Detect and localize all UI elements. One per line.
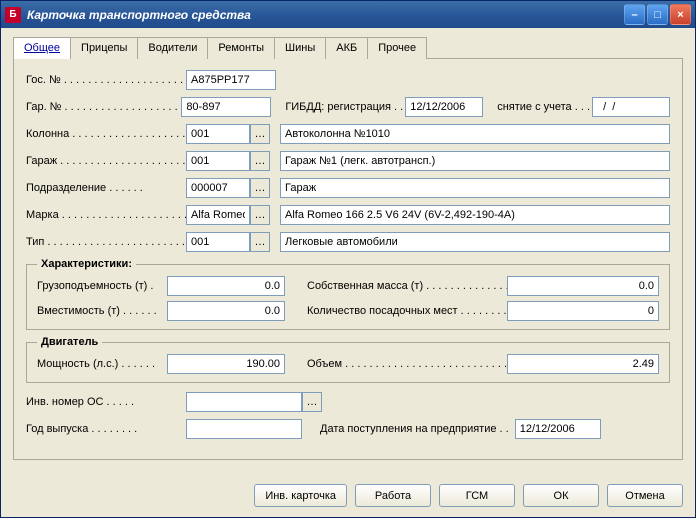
row-marka: Марка …: [26, 204, 670, 226]
title-bar: Б Карточка транспортного средства – □ ×: [1, 1, 695, 28]
label-inos: Инв. номер ОС . . . . .: [26, 396, 186, 408]
label-objem: Объем . . . . . . . . . . . . . . . . . …: [307, 358, 507, 370]
window-title: Карточка транспортного средства: [27, 8, 624, 22]
input-sobmass[interactable]: [507, 276, 659, 296]
input-tip-name[interactable]: [280, 232, 670, 252]
input-objem[interactable]: [507, 354, 659, 374]
input-garage-name[interactable]: [280, 151, 670, 171]
legend-engine: Двигатель: [37, 336, 102, 348]
row-kolonna: Колонна …: [26, 123, 670, 145]
input-garage-code[interactable]: [186, 151, 250, 171]
row-garage: Гараж …: [26, 150, 670, 172]
app-icon: Б: [5, 7, 21, 23]
label-year: Год выпуска . . . . . . . .: [26, 423, 186, 435]
tab-other[interactable]: Прочее: [367, 37, 427, 59]
input-kolonna-name[interactable]: [280, 124, 670, 144]
label-marka: Марка: [26, 209, 186, 221]
row-podrazdelenie: Подразделение . . . . . . …: [26, 177, 670, 199]
tab-tires[interactable]: Шины: [274, 37, 326, 59]
input-year[interactable]: [186, 419, 302, 439]
minimize-button[interactable]: –: [624, 4, 645, 25]
label-posad: Количество посадочных мест . . . . . . .…: [307, 305, 507, 317]
input-gibdd-dereg[interactable]: [592, 97, 670, 117]
input-marka-code[interactable]: [186, 205, 250, 225]
label-garage: Гараж: [26, 155, 186, 167]
client-area: Общее Прицепы Водители Ремонты Шины АКБ …: [1, 28, 695, 517]
work-button[interactable]: Работа: [355, 484, 431, 507]
input-marka-name[interactable]: [280, 205, 670, 225]
label-gibdd-reg: ГИБДД: регистрация . .: [285, 101, 403, 113]
label-gar-no: Гар. №: [26, 101, 181, 113]
lookup-marka-button[interactable]: …: [250, 205, 270, 225]
input-gos-no[interactable]: [186, 70, 276, 90]
row-gos-no: Гос. №: [26, 69, 670, 91]
input-gar-no[interactable]: [181, 97, 271, 117]
lookup-kolonna-button[interactable]: …: [250, 124, 270, 144]
lookup-tip-button[interactable]: …: [250, 232, 270, 252]
tab-battery[interactable]: АКБ: [325, 37, 368, 59]
footer-buttons: Инв. карточка Работа ГСМ ОК Отмена: [254, 484, 683, 507]
lookup-inos-button[interactable]: …: [302, 392, 322, 412]
input-kolonna-code[interactable]: [186, 124, 250, 144]
tab-trailers[interactable]: Прицепы: [70, 37, 138, 59]
fieldset-characteristics: Характеристики: Грузоподъемность (т) . С…: [26, 258, 670, 330]
label-gibdd-dereg: снятие с учета . . .: [497, 101, 590, 113]
input-power[interactable]: [167, 354, 285, 374]
input-tip-code[interactable]: [186, 232, 250, 252]
cancel-button[interactable]: Отмена: [607, 484, 683, 507]
row-inos: Инв. номер ОС . . . . . …: [26, 391, 670, 413]
row-tip: Тип …: [26, 231, 670, 253]
input-gruz[interactable]: [167, 276, 285, 296]
input-inos[interactable]: [186, 392, 302, 412]
tab-repairs[interactable]: Ремонты: [207, 37, 275, 59]
window-controls: – □ ×: [624, 4, 691, 25]
label-tip: Тип: [26, 236, 186, 248]
close-button[interactable]: ×: [670, 4, 691, 25]
ok-button[interactable]: ОК: [523, 484, 599, 507]
input-podr-code[interactable]: [186, 178, 250, 198]
label-sobmass: Собственная масса (т) . . . . . . . . . …: [307, 280, 507, 292]
input-vmest[interactable]: [167, 301, 285, 321]
label-date-in: Дата поступления на предприятие . .: [320, 423, 509, 435]
input-podr-name[interactable]: [280, 178, 670, 198]
legend-characteristics: Характеристики:: [37, 258, 136, 270]
maximize-button[interactable]: □: [647, 4, 668, 25]
lookup-podr-button[interactable]: …: [250, 178, 270, 198]
fieldset-engine: Двигатель Мощность (л.с.) . . . . . . Об…: [26, 336, 670, 383]
vehicle-card-window: Б Карточка транспортного средства – □ × …: [0, 0, 696, 518]
label-gos-no: Гос. №: [26, 74, 186, 86]
label-kolonna: Колонна: [26, 128, 186, 140]
input-posad[interactable]: [507, 301, 659, 321]
label-gruz: Грузоподъемность (т) .: [37, 280, 167, 292]
input-date-in[interactable]: [515, 419, 601, 439]
label-power: Мощность (л.с.) . . . . . .: [37, 358, 167, 370]
row-year: Год выпуска . . . . . . . . Дата поступл…: [26, 418, 670, 440]
gsm-button[interactable]: ГСМ: [439, 484, 515, 507]
tab-general[interactable]: Общее: [13, 37, 71, 59]
tab-drivers[interactable]: Водители: [137, 37, 208, 59]
inv-card-button[interactable]: Инв. карточка: [254, 484, 347, 507]
label-vmest: Вместимость (т) . . . . . .: [37, 305, 167, 317]
row-gar-no: Гар. № ГИБДД: регистрация . . снятие с у…: [26, 96, 670, 118]
input-gibdd-reg[interactable]: [405, 97, 483, 117]
tab-page-general: Гос. № Гар. № ГИБДД: регистрация . . сня…: [13, 59, 683, 460]
lookup-garage-button[interactable]: …: [250, 151, 270, 171]
label-podrazdelenie: Подразделение . . . . . .: [26, 182, 186, 194]
tab-strip: Общее Прицепы Водители Ремонты Шины АКБ …: [13, 36, 683, 59]
